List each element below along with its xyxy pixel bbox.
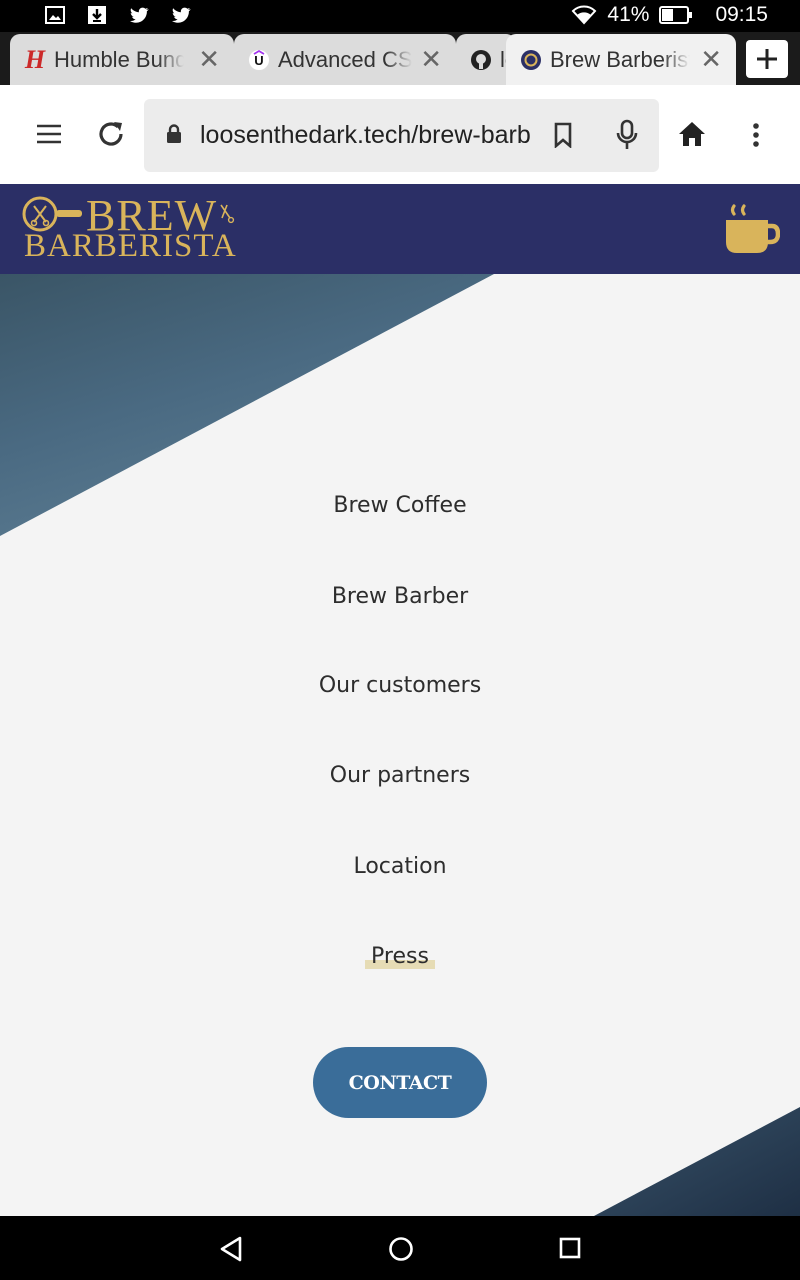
svg-text:U: U [254,53,263,68]
tab-strip: H Humble Bundle ✕ U Advanced CSS ✕ loose… [0,32,800,85]
humble-bundle-favicon: H [24,44,46,74]
back-icon[interactable] [219,1236,243,1262]
download-notification-icon [88,6,106,24]
battery-percent: 41% [607,3,650,26]
bottom-right-water-wedge [594,1107,800,1216]
udemy-favicon: U [248,48,270,71]
wifi-icon [572,5,597,25]
clock: 09:15 [715,3,768,26]
overflow-menu-icon[interactable] [752,123,760,147]
nav-link-brew-coffee[interactable]: Brew Coffee [0,493,800,518]
omnibox[interactable]: loosenthedark.tech/brew-barberista/ [144,99,659,172]
tab-title: Brew Barberista [550,46,690,72]
logo-barberista-text: BARBERISTA [24,228,237,264]
scissors-small-icon [220,204,235,224]
brew-barberista-favicon [520,49,542,71]
browser-toolbar: loosenthedark.tech/brew-barberista/ [0,85,800,184]
system-navigation-bar [0,1216,800,1280]
tab-title: Advanced CSS [278,46,412,72]
site-header: BREW BARBERISTA [0,184,800,274]
tab-advanced-css[interactable]: U Advanced CSS ✕ [234,34,456,85]
twitter-notification-icon [130,7,149,23]
navigation-overlay: Brew Coffee Brew Barber Our customers Ou… [0,274,800,1216]
coffee-cup-menu-icon[interactable] [724,204,780,256]
status-bar: 41% 09:15 [0,0,800,32]
nav-link-press[interactable]: Press [0,944,800,969]
contact-button[interactable]: CONTACT [313,1047,487,1118]
recent-apps-icon[interactable] [559,1237,581,1259]
close-tab-icon[interactable]: ✕ [198,46,220,72]
tab-title: Humble Bundle [54,46,184,72]
nav-link-brew-barber[interactable]: Brew Barber [0,584,800,609]
gallery-notification-icon [45,6,65,24]
nav-link-location[interactable]: Location [0,854,800,879]
tab-humble-bundle[interactable]: H Humble Bundle ✕ [10,34,234,85]
new-tab-button[interactable] [746,40,788,78]
url-text[interactable]: loosenthedark.tech/brew-barberista/ [200,121,530,150]
close-tab-icon[interactable]: ✕ [700,46,722,72]
lock-icon [167,124,181,143]
home-circle-icon[interactable] [388,1236,414,1262]
nav-link-our-customers[interactable]: Our customers [0,673,800,698]
microphone-icon[interactable] [616,119,638,151]
reload-icon[interactable] [96,119,126,149]
close-tab-icon[interactable]: ✕ [420,46,442,72]
twitter-notification-icon-2 [172,7,191,23]
github-favicon [470,49,492,71]
tab-brew-barberista[interactable]: Brew Barberista ✕ [506,34,736,85]
home-icon[interactable] [678,121,706,147]
battery-icon [659,6,693,24]
plus-icon [757,49,777,69]
bookmark-icon[interactable] [554,122,572,148]
nav-link-our-partners[interactable]: Our partners [0,763,800,788]
menu-hamburger-icon[interactable] [36,124,62,144]
